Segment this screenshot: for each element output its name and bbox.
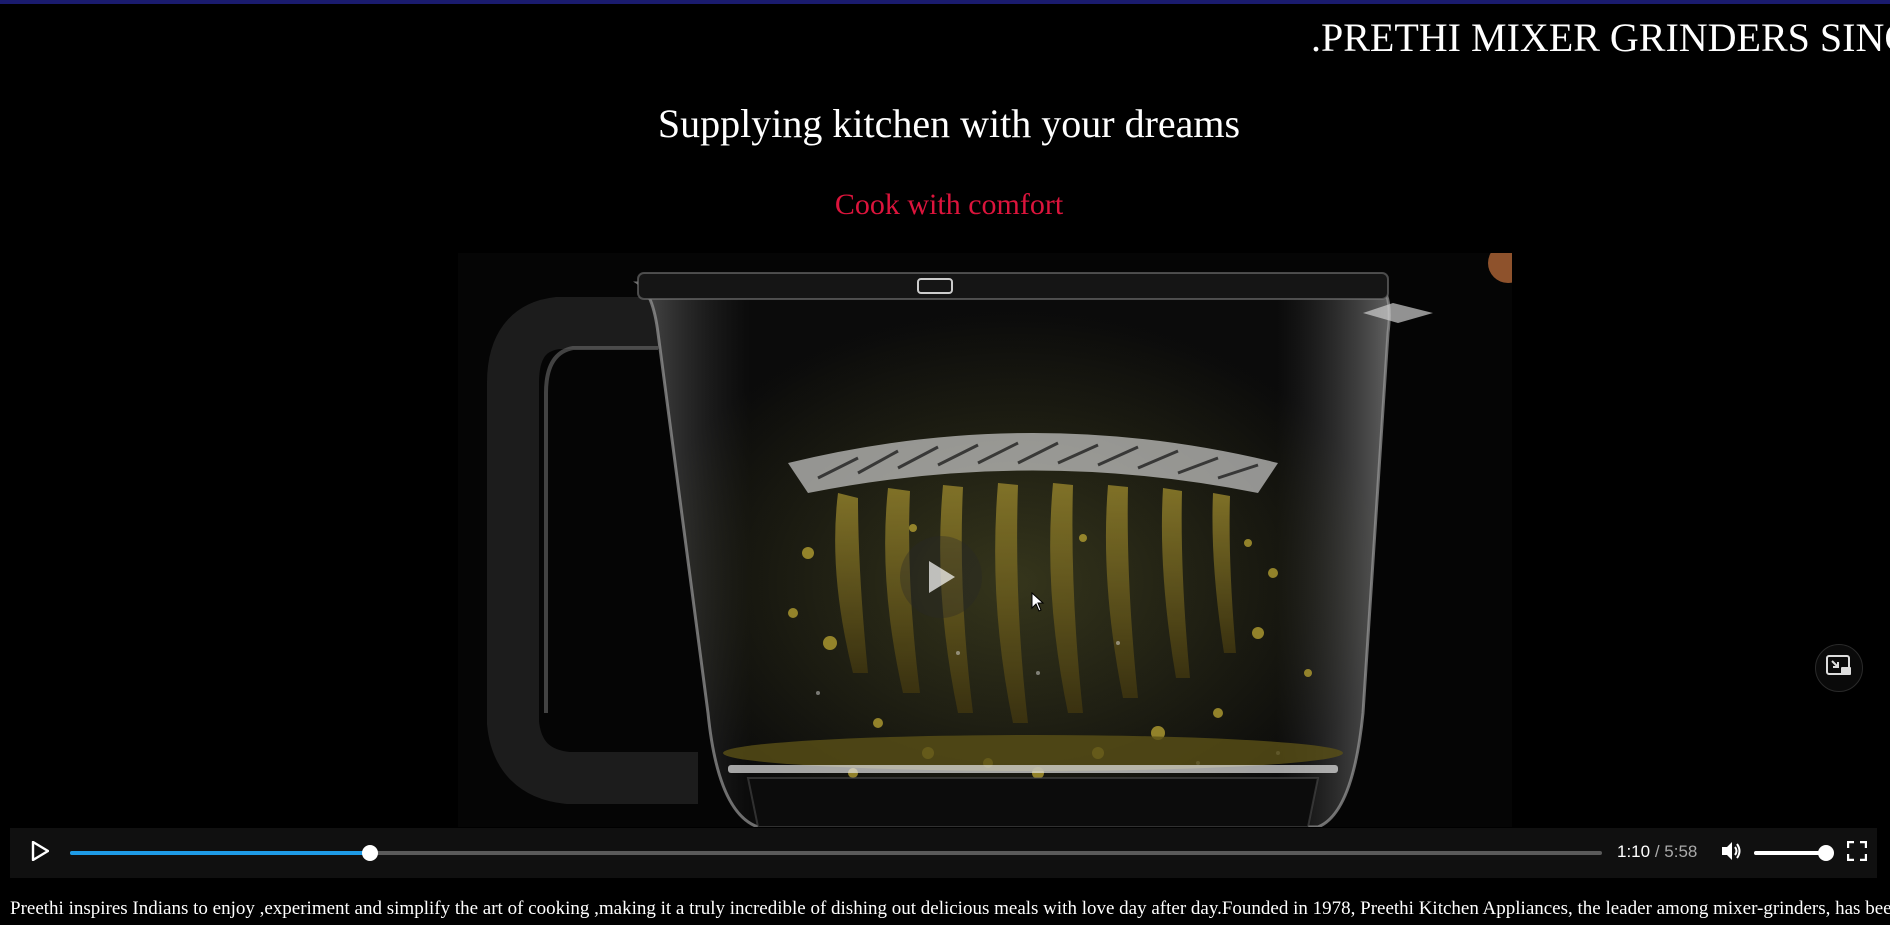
marquee-banner: .PRETHI MIXER GRINDERS SINCE 1978 (1311, 15, 1890, 60)
top-accent-bar (0, 0, 1890, 4)
seek-bar-played (70, 851, 371, 855)
video-player[interactable] (10, 253, 1877, 878)
seek-bar[interactable] (70, 845, 1602, 861)
video-controls-bar: 1:10 / 5:58 (10, 828, 1877, 878)
volume-level (1754, 851, 1826, 855)
seek-bar-thumb[interactable] (362, 845, 379, 861)
fullscreen-icon (1846, 840, 1868, 866)
play-button[interactable] (28, 840, 52, 866)
tagline: Cook with comfort (834, 188, 1064, 221)
center-play-button[interactable] (900, 536, 982, 618)
mute-button[interactable] (1719, 840, 1745, 866)
time-display: 1:10 / 5:58 (1617, 842, 1697, 862)
time-separator: / (1650, 842, 1665, 861)
play-icon (923, 557, 959, 597)
duration: 5:58 (1664, 842, 1698, 861)
page-title: Supplying kitchen with your dreams (657, 101, 1241, 146)
page: .PRETHI MIXER GRINDERS SINCE 1978 Supply… (0, 0, 1890, 925)
blender-jar-image (458, 253, 1512, 827)
play-icon (31, 840, 50, 866)
current-time: 1:10 (1617, 842, 1651, 861)
mouse-cursor-icon (1031, 591, 1045, 617)
description-text: Preethi inspires Indians to enjoy ,exper… (10, 898, 1890, 919)
picture-in-picture-icon (1825, 654, 1853, 683)
fullscreen-button[interactable] (1844, 840, 1870, 866)
volume-slider[interactable] (1754, 845, 1834, 861)
volume-icon (1720, 840, 1744, 867)
volume-thumb[interactable] (1818, 845, 1834, 861)
picture-in-picture-button[interactable] (1815, 644, 1863, 692)
video-frame[interactable] (458, 253, 1512, 827)
